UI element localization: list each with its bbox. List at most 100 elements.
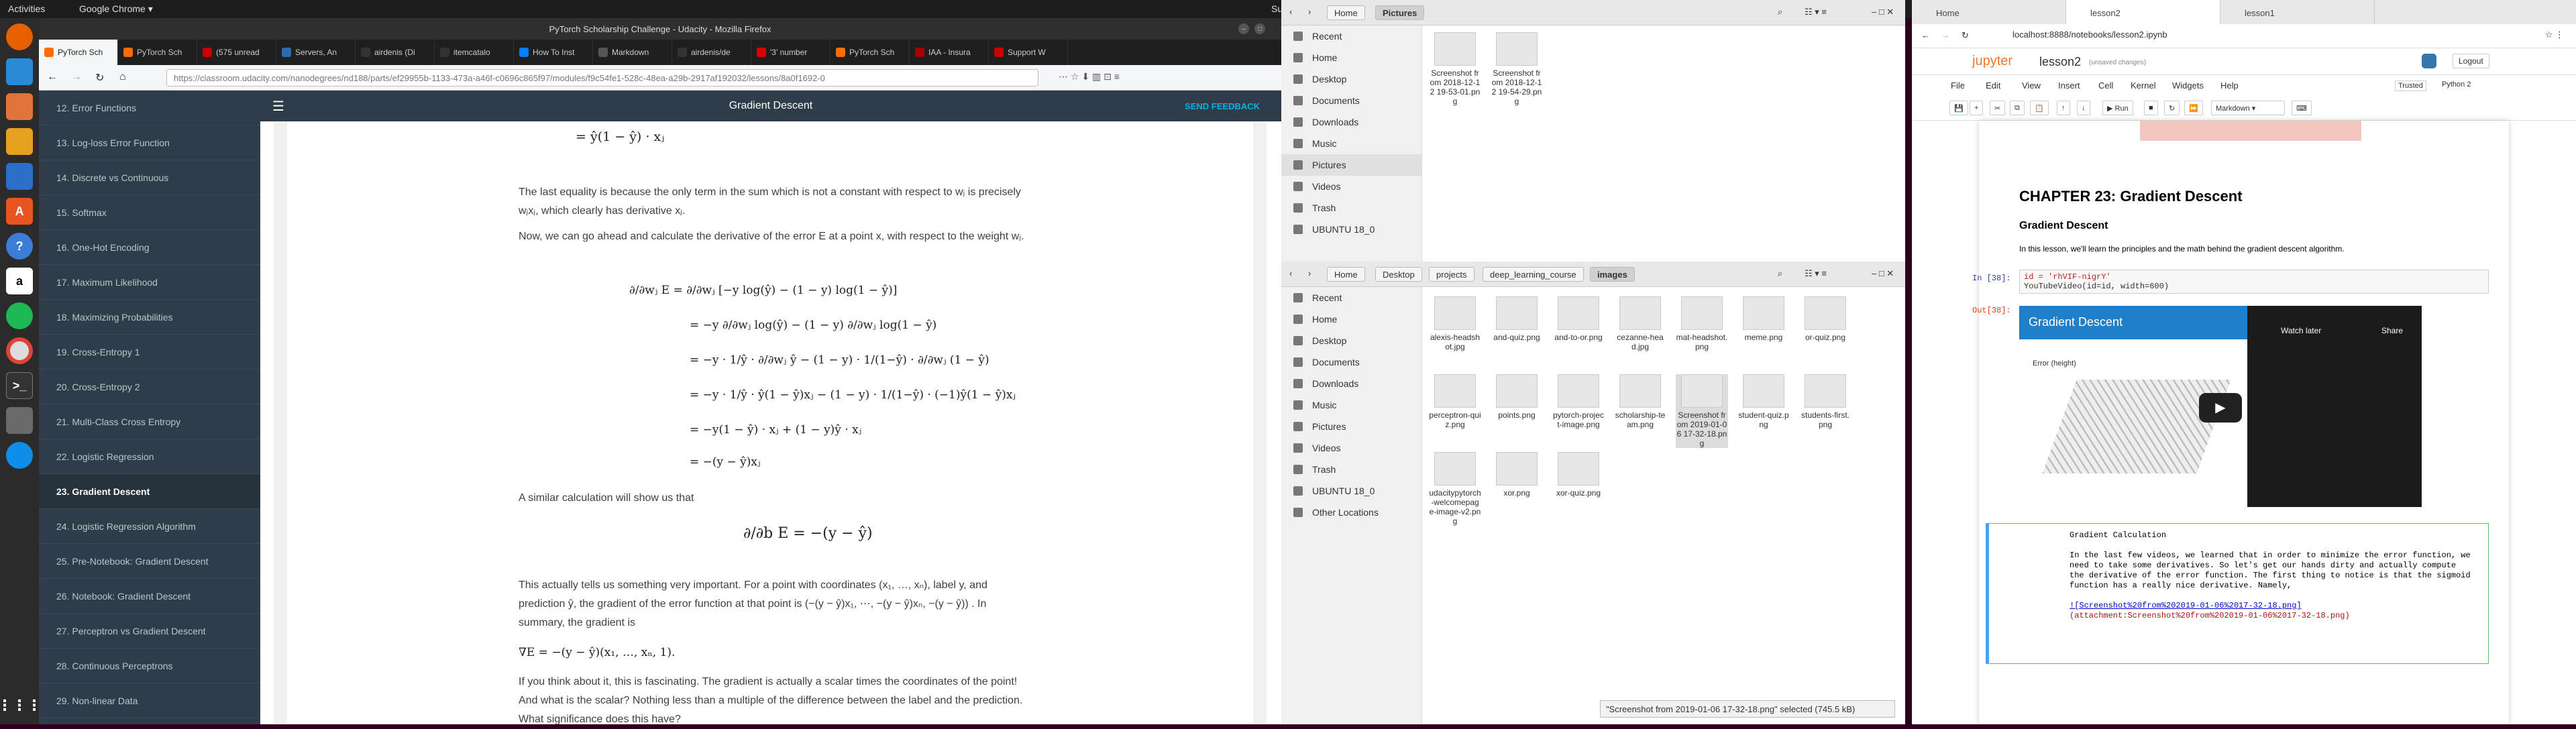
- lesson-item[interactable]: 28. Continuous Perceptrons: [39, 649, 260, 683]
- help-icon[interactable]: ?: [6, 233, 33, 260]
- forward-icon[interactable]: ›: [1308, 7, 1311, 17]
- browser-tab[interactable]: Markdown: [593, 40, 672, 65]
- file-item[interactable]: and-to-or.png: [1552, 296, 1605, 342]
- notebook-name[interactable]: lesson2: [2039, 55, 2081, 69]
- minimize-icon[interactable]: –: [1238, 23, 1249, 34]
- move-up-icon[interactable]: ↑: [2057, 101, 2070, 115]
- sidebar-place[interactable]: Downloads: [1281, 111, 1421, 133]
- calculator-icon[interactable]: [6, 407, 33, 434]
- menu-help[interactable]: Help: [2220, 80, 2239, 91]
- menu-icon[interactable]: ☰: [272, 98, 284, 115]
- browser-tab[interactable]: airdenis (Di: [356, 40, 435, 65]
- lesson-item[interactable]: 17. Maximum Likelihood: [39, 265, 260, 300]
- file-item[interactable]: xor-quiz.png: [1552, 452, 1605, 498]
- markdown-editor[interactable]: Gradient Calculation In the last few vid…: [2070, 530, 2472, 621]
- sidebar-place[interactable]: Trash: [1281, 197, 1421, 219]
- lesson-item[interactable]: 19. Cross-Entropy 1: [39, 335, 260, 370]
- file-item[interactable]: meme.png: [1737, 296, 1790, 342]
- menu-view[interactable]: View: [2022, 80, 2041, 91]
- file-item[interactable]: Screenshot from 2018-12-12 19-54-29.png: [1491, 32, 1543, 106]
- sidebar-place[interactable]: Pictures: [1281, 416, 1421, 437]
- lesson-item[interactable]: 22. Logistic Regression: [39, 439, 260, 474]
- search-icon[interactable]: ⌕: [1778, 268, 1782, 279]
- sidebar-place[interactable]: Recent: [1281, 287, 1421, 309]
- window-controls[interactable]: – □ ✕: [1872, 7, 1894, 17]
- lesson-item[interactable]: 25. Pre-Notebook: Gradient Descent: [39, 544, 260, 579]
- tab-home[interactable]: Home: [1912, 0, 2066, 24]
- sidebar-place[interactable]: UBUNTU 18_0: [1281, 480, 1421, 502]
- menu-insert[interactable]: Insert: [2058, 80, 2080, 91]
- browser-tab[interactable]: (575 unread: [197, 40, 276, 65]
- sidebar-place[interactable]: Downloads: [1281, 373, 1421, 394]
- sidebar-place[interactable]: Documents: [1281, 351, 1421, 373]
- activities-button[interactable]: Activities: [8, 3, 45, 14]
- rhythmbox-icon[interactable]: [6, 128, 33, 155]
- file-item[interactable]: alexis-headshot.jpg: [1429, 296, 1481, 351]
- home-icon[interactable]: ⌂: [119, 71, 126, 83]
- file-item[interactable]: and-quiz.png: [1491, 296, 1543, 342]
- url-bar[interactable]: https://classroom.udacity.com/nanodegree…: [166, 69, 1038, 87]
- sidebar-place[interactable]: Other Locations: [1281, 502, 1421, 523]
- menu-widgets[interactable]: Widgets: [2172, 80, 2204, 91]
- copy-icon[interactable]: ⧉: [2010, 101, 2025, 115]
- sidebar-place[interactable]: Music: [1281, 394, 1421, 416]
- sidebar-place[interactable]: Videos: [1281, 176, 1421, 197]
- path-projects[interactable]: projects: [1429, 267, 1474, 282]
- lesson-item[interactable]: 14. Discrete vs Continuous: [39, 160, 260, 195]
- files-icon[interactable]: [6, 93, 33, 120]
- browser-tab[interactable]: PyTorch Sch: [39, 40, 118, 65]
- path-desktop[interactable]: Desktop: [1375, 267, 1422, 282]
- paste-icon[interactable]: 📋: [2030, 101, 2049, 115]
- logout-button[interactable]: Logout: [2453, 54, 2489, 68]
- writer-icon[interactable]: [6, 163, 33, 190]
- amazon-icon[interactable]: a: [6, 268, 33, 294]
- back-icon[interactable]: ←: [1921, 30, 1930, 40]
- spotify-icon[interactable]: [6, 302, 33, 329]
- show-apps-icon[interactable]: ⋮⋮⋮: [0, 692, 42, 719]
- view-icon[interactable]: ☷ ▾ ≡: [1805, 7, 1827, 17]
- file-item[interactable]: student-quiz.png: [1737, 374, 1790, 429]
- move-down-icon[interactable]: ↓: [2077, 101, 2090, 115]
- firefox-icon[interactable]: [6, 23, 33, 50]
- browser-tab[interactable]: Support W: [989, 40, 1068, 65]
- forward-icon[interactable]: →: [1941, 30, 1950, 40]
- sidebar-place[interactable]: Trash: [1281, 459, 1421, 480]
- app-menu[interactable]: Google Chrome ▾: [79, 3, 153, 15]
- sidebar-place[interactable]: Documents: [1281, 90, 1421, 111]
- file-item[interactable]: mat-headshot.png: [1676, 296, 1728, 351]
- sidebar-place[interactable]: Videos: [1281, 437, 1421, 459]
- add-cell-icon[interactable]: +: [1970, 101, 1984, 115]
- restart-icon[interactable]: ↻: [2164, 101, 2180, 115]
- menu-kernel[interactable]: Kernel: [2131, 80, 2156, 91]
- jupyter-logo[interactable]: jupyter: [1972, 54, 2012, 69]
- lesson-item[interactable]: 29. Non-linear Data: [39, 683, 260, 718]
- tab-lesson1[interactable]: lesson1: [2220, 0, 2375, 24]
- reload-icon[interactable]: ↻: [95, 71, 104, 85]
- reload-icon[interactable]: ↻: [1962, 30, 1969, 41]
- file-item[interactable]: xor.png: [1491, 452, 1543, 498]
- teamviewer-icon[interactable]: [6, 442, 33, 469]
- file-item[interactable]: pytorch-project-image.png: [1552, 374, 1605, 429]
- sidebar-place[interactable]: UBUNTU 18_0: [1281, 219, 1421, 240]
- lesson-item[interactable]: 30. Non-Linear Models: [39, 718, 260, 724]
- path-course[interactable]: deep_learning_course: [1483, 267, 1584, 282]
- lesson-item[interactable]: 23. Gradient Descent: [39, 474, 260, 509]
- sidebar-place[interactable]: Recent: [1281, 25, 1421, 47]
- thunderbird-icon[interactable]: [6, 58, 33, 85]
- path-home[interactable]: Home: [1327, 267, 1365, 282]
- lesson-item[interactable]: 18. Maximizing Probabilities: [39, 300, 260, 335]
- send-feedback-link[interactable]: SEND FEEDBACK: [1185, 101, 1260, 111]
- chrome-icon[interactable]: [6, 337, 33, 364]
- lesson-item[interactable]: 20. Cross-Entropy 2: [39, 370, 260, 404]
- lesson-item[interactable]: 26. Notebook: Gradient Descent: [39, 579, 260, 614]
- keyboard-icon[interactable]: ⌨: [2292, 101, 2312, 115]
- browser-tab[interactable]: airdenis/de: [672, 40, 751, 65]
- code-cell[interactable]: id = 'rhVIF-nigrY' YouTubeVideo(id=id, w…: [2019, 270, 2489, 294]
- back-icon[interactable]: ←: [47, 71, 58, 83]
- play-icon[interactable]: ▶: [2199, 393, 2242, 423]
- file-item[interactable]: Screenshot from 2019-01-06 17-32-18.png: [1676, 374, 1728, 448]
- file-item[interactable]: perceptron-quiz.png: [1429, 374, 1481, 429]
- tab-lesson2[interactable]: lesson2: [2066, 0, 2220, 24]
- path-home[interactable]: Home: [1327, 5, 1365, 20]
- trusted-badge[interactable]: Trusted: [2395, 80, 2426, 91]
